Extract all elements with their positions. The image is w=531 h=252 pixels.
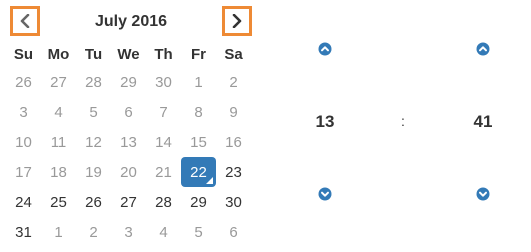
calendar-day[interactable]: 20 — [111, 157, 146, 187]
calendar-day[interactable]: 26 — [76, 187, 111, 217]
increment-minute-button[interactable] — [476, 42, 490, 56]
calendar-day[interactable]: 7 — [146, 97, 181, 127]
calendar-day[interactable]: 1 — [181, 67, 216, 97]
calendar-day[interactable]: 6 — [216, 217, 251, 247]
calendar-day[interactable]: 6 — [111, 97, 146, 127]
calendar-day[interactable]: 4 — [146, 217, 181, 247]
calendar-day[interactable]: 26 — [6, 67, 41, 97]
calendar-grid: Su Mo Tu We Th Fr Sa 26 27 28 29 30 1 2 3 4 5 6 7 8 9… — [6, 41, 251, 247]
chevron-right-icon — [232, 14, 242, 28]
prev-month-button[interactable] — [10, 6, 40, 36]
weekday-label: Tu — [84, 45, 103, 63]
calendar-day[interactable]: 15 — [181, 127, 216, 157]
decrement-minute-button[interactable] — [476, 187, 490, 201]
calendar-day[interactable]: 31 — [6, 217, 41, 247]
calendar-week-row: 17 18 19 20 21 22 23 — [6, 157, 251, 187]
calendar-day[interactable]: 10 — [6, 127, 41, 157]
weekday-label: Th — [154, 45, 173, 63]
chevron-down-circle-icon — [318, 187, 332, 201]
chevron-left-icon — [20, 14, 30, 28]
calendar-days: 26 27 28 29 30 1 2 3 4 5 6 7 8 9 10 11 12 13 14 15 16 17 18 19 2… — [6, 67, 251, 247]
calendar-day[interactable]: 4 — [41, 97, 76, 127]
calendar-week-row: 24 25 26 27 28 29 30 — [6, 187, 251, 217]
weekday-label: Su — [13, 45, 34, 63]
calendar-day[interactable]: 24 — [6, 187, 41, 217]
calendar-day[interactable]: 5 — [181, 217, 216, 247]
calendar-day[interactable]: 25 — [41, 187, 76, 217]
calendar-day[interactable]: 23 — [216, 157, 251, 187]
calendar-header: July 2016 — [6, 4, 252, 40]
calendar-day[interactable]: 2 — [216, 67, 251, 97]
calendar-day[interactable]: 29 — [181, 187, 216, 217]
calendar-day[interactable]: 1 — [41, 217, 76, 247]
chevron-up-circle-icon — [318, 42, 332, 56]
calendar-week-row: 10 11 12 13 14 15 16 — [6, 127, 251, 157]
calendar-day[interactable]: 21 — [146, 157, 181, 187]
chevron-down-circle-icon — [476, 187, 490, 201]
calendar-day[interactable]: 19 — [76, 157, 111, 187]
weekday-label: Mo — [47, 45, 70, 63]
calendar-week-row: 31 1 2 3 4 5 6 — [6, 217, 251, 247]
calendar-day[interactable]: 9 — [216, 97, 251, 127]
decrement-hour-button[interactable] — [318, 187, 332, 201]
hour-value[interactable]: 13 — [305, 112, 345, 132]
calendar-day[interactable]: 5 — [76, 97, 111, 127]
calendar-week-row: 26 27 28 29 30 1 2 — [6, 67, 251, 97]
calendar-day[interactable]: 16 — [216, 127, 251, 157]
weekday-header-row: Su Mo Tu We Th Fr Sa — [6, 41, 251, 67]
chevron-up-circle-icon — [476, 42, 490, 56]
calendar-day[interactable]: 27 — [111, 187, 146, 217]
increment-hour-button[interactable] — [318, 42, 332, 56]
calendar-day[interactable]: 14 — [146, 127, 181, 157]
calendar-day[interactable]: 17 — [6, 157, 41, 187]
calendar-day[interactable]: 3 — [111, 217, 146, 247]
calendar-day[interactable]: 30 — [216, 187, 251, 217]
calendar-day[interactable]: 18 — [41, 157, 76, 187]
minute-value[interactable]: 41 — [463, 112, 503, 132]
time-separator: : — [401, 113, 405, 129]
calendar-day[interactable]: 13 — [111, 127, 146, 157]
calendar-day[interactable]: 28 — [146, 187, 181, 217]
weekday-label: Fr — [191, 45, 206, 63]
calendar-day[interactable]: 2 — [76, 217, 111, 247]
weekday-label: We — [117, 45, 140, 63]
calendar-day[interactable]: 27 — [41, 67, 76, 97]
datetime-picker: July 2016 Su Mo Tu We Th Fr Sa 26 27 28 2 — [0, 0, 531, 252]
next-month-button[interactable] — [222, 6, 252, 36]
calendar-day[interactable]: 28 — [76, 67, 111, 97]
calendar-day[interactable]: 12 — [76, 127, 111, 157]
calendar-day[interactable]: 29 — [111, 67, 146, 97]
month-title[interactable]: July 2016 — [46, 13, 216, 31]
calendar-week-row: 3456789 — [6, 97, 251, 127]
calendar-day[interactable]: 11 — [41, 127, 76, 157]
calendar: July 2016 Su Mo Tu We Th Fr Sa 26 27 28 2 — [6, 4, 252, 247]
calendar-day[interactable]: 8 — [181, 97, 216, 127]
calendar-day[interactable]: 3 — [6, 97, 41, 127]
weekday-label: Sa — [224, 45, 243, 63]
calendar-day-selected[interactable]: 22 — [181, 157, 216, 187]
calendar-day[interactable]: 30 — [146, 67, 181, 97]
